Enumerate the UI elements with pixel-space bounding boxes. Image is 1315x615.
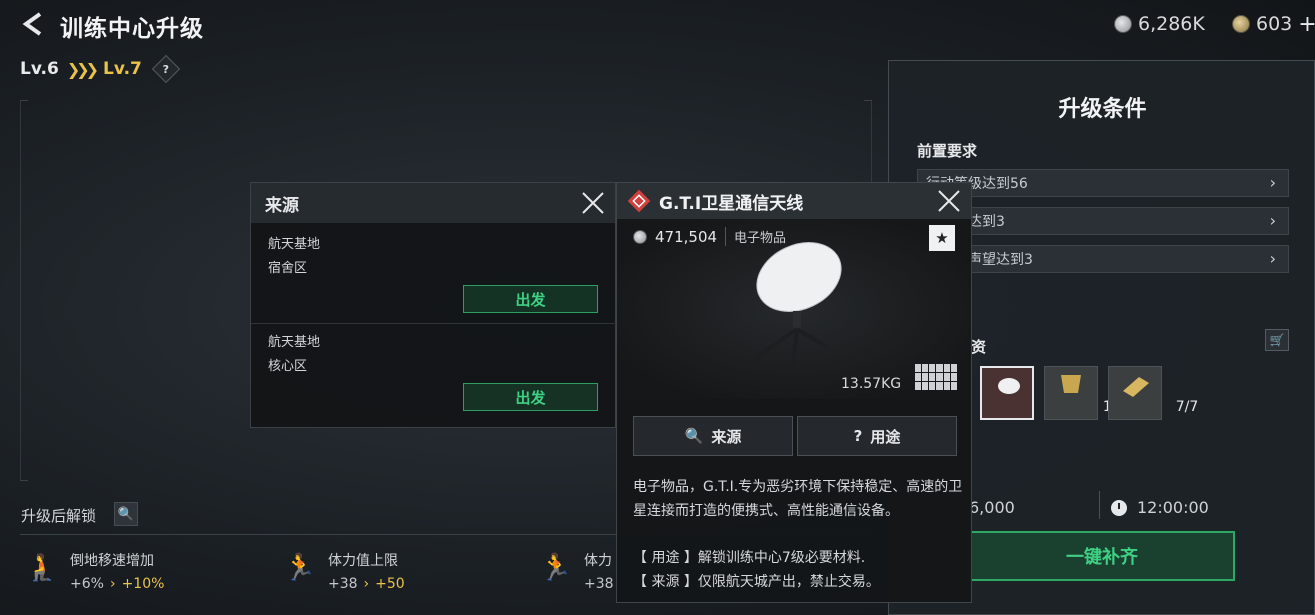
unlock-stat: 🏃 体力 +38	[538, 550, 614, 592]
item-description: 电子物品，G.T.I.专为恶劣环境下保持稳定、高速的卫星连接而打造的便携式、高性…	[633, 479, 963, 519]
item-category: 电子物品	[725, 227, 786, 246]
crawl-icon: 🧎	[25, 553, 59, 583]
chevron-right-icon: ›	[1269, 211, 1276, 230]
source-popup-title: 来源	[251, 183, 615, 223]
frame-corner	[20, 480, 28, 481]
time-value: 12:00:00	[1137, 498, 1209, 517]
coin-icon	[1114, 15, 1132, 33]
size-grid-icon	[915, 364, 957, 390]
location-line: 宿舍区	[268, 261, 308, 276]
currency-premium: 603 +	[1232, 12, 1315, 37]
satellite-dish-icon	[998, 378, 1020, 394]
usage-button[interactable]: ? 用途	[797, 416, 957, 456]
location-line: 航天基地	[268, 335, 321, 350]
material-slot[interactable]: 0/1	[980, 366, 1068, 420]
unlock-stat: 🧎 倒地移速增加 +6% › +10%	[24, 550, 165, 592]
divider	[251, 323, 617, 324]
materials-label: 资	[971, 338, 987, 356]
go-button[interactable]: 出发	[463, 285, 598, 313]
prereq-item[interactable]: 台等级达到3 ›	[917, 207, 1289, 235]
source-popup: 来源 航天基地 宿舍区 出发 航天基地 核心区 出发	[250, 182, 617, 428]
unlock-stat: 🏃 体力值上限 +38 › +50	[282, 550, 405, 592]
item-source-note: 【 来源 】仅限航天城产出，禁止交易。	[633, 574, 880, 590]
search-icon: 🔍	[684, 427, 704, 445]
cost-value: 6,000	[969, 498, 1015, 517]
unlock-title: 升级后解锁	[21, 507, 97, 525]
next-level: Lv.7	[103, 59, 142, 79]
chevron-right-icon: ›	[1269, 173, 1276, 192]
fill-all-button[interactable]: 一键补齐	[969, 531, 1235, 581]
add-currency-icon[interactable]: +	[1298, 12, 1315, 37]
help-button[interactable]: ?	[151, 54, 181, 84]
conditions-title: 升级条件	[1058, 97, 1147, 122]
material-slot[interactable]: 10/10	[1044, 366, 1143, 420]
currency-coins: 6,286K	[1114, 12, 1205, 36]
item-usage-note: 【 用途 】解锁训练中心7级必要材料.	[633, 550, 866, 566]
favorite-star-icon[interactable]: ★	[929, 225, 955, 251]
cost-row: 6,000	[969, 498, 1015, 517]
back-icon[interactable]	[20, 12, 46, 36]
search-icon[interactable]: 🔍	[114, 502, 138, 526]
question-icon: ?	[853, 427, 863, 445]
frame-corner	[864, 100, 872, 101]
source-button[interactable]: 🔍 来源	[633, 416, 793, 456]
coin-icon	[633, 229, 647, 244]
clock-icon	[1111, 499, 1127, 516]
item-detail-popup: G.T.I卫星通信天线 471,504 电子物品 ★ 13.57KG 🔍 来源 …	[616, 182, 972, 603]
sprint-icon: 🏃	[539, 553, 573, 583]
page-title: 训练中心升级	[60, 16, 204, 42]
premium-coin-icon	[1232, 15, 1250, 33]
location-line: 核心区	[268, 359, 308, 374]
prereq-title: 前置要求	[917, 142, 978, 160]
material-slot[interactable]: 7/7	[1108, 366, 1198, 420]
gold-bar-icon	[1123, 377, 1149, 397]
time-row: 12:00:00	[1111, 498, 1209, 517]
arrow-right-icon: ›	[109, 576, 116, 592]
go-button[interactable]: 出发	[463, 383, 598, 411]
item-weight: 13.57KG	[841, 376, 902, 392]
close-icon[interactable]	[937, 189, 961, 213]
close-icon[interactable]	[581, 191, 605, 215]
rarity-diamond-icon	[627, 189, 651, 213]
coin-amount: 6,286K	[1138, 13, 1205, 35]
item-name: G.T.I卫星通信天线	[617, 183, 971, 219]
item-price-row: 471,504 电子物品	[633, 227, 786, 246]
premium-amount: 603	[1256, 13, 1293, 35]
prereq-item[interactable]: 行动等级达到56 ›	[917, 169, 1289, 197]
chevrons-right-icon: ❯❯❯	[66, 59, 99, 79]
frame-corner	[20, 100, 28, 101]
location-line: 航天基地	[268, 237, 321, 252]
golden-cup-icon	[1061, 375, 1081, 393]
prereq-item[interactable]: 门部门声望达到3 ›	[917, 245, 1289, 273]
level-row: Lv.6 ❯❯❯ Lv.7 ?	[20, 54, 181, 84]
run-icon: 🏃	[283, 553, 317, 583]
chevron-right-icon: ›	[1269, 249, 1276, 268]
item-price: 471,504	[655, 227, 718, 246]
current-level: Lv.6	[20, 59, 59, 79]
cart-icon[interactable]: 🛒	[1265, 329, 1289, 351]
divider	[1099, 491, 1100, 519]
arrow-right-icon: ›	[363, 576, 370, 592]
